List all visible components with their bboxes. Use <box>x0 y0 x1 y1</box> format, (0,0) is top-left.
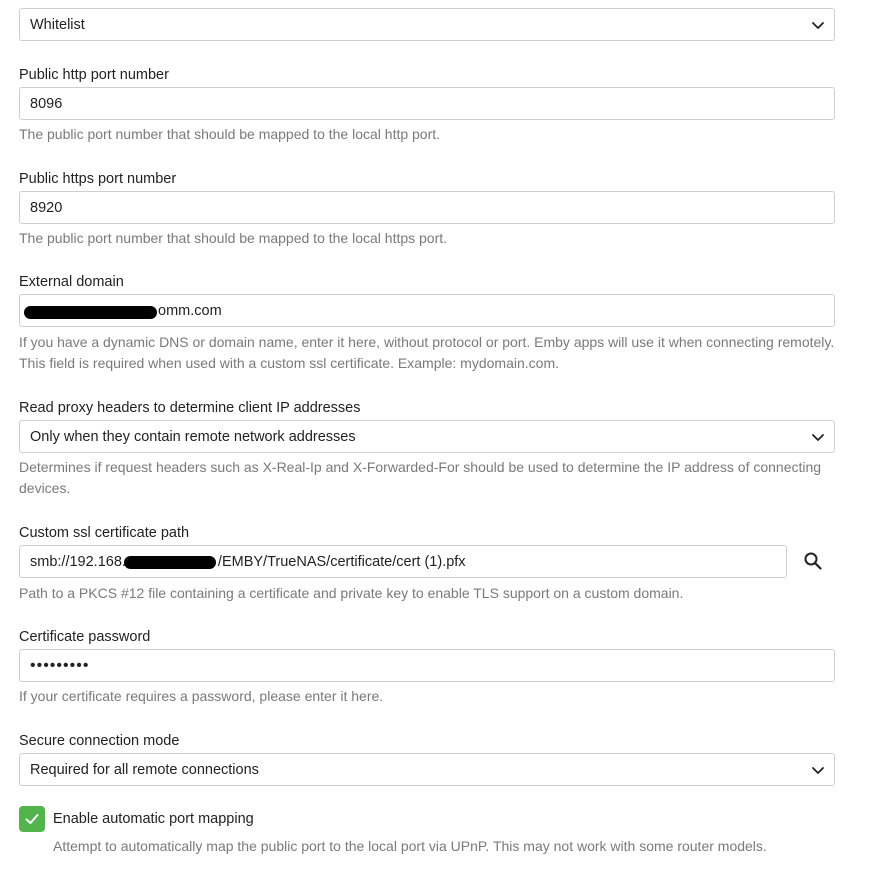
ssl-cert-path-prefix: smb://192.168. <box>30 553 126 570</box>
redaction-mark <box>124 556 216 569</box>
auto-port-mapping-checkbox[interactable] <box>19 806 45 832</box>
cert-password-input[interactable]: ••••••••• <box>19 649 835 682</box>
redaction-mark <box>24 306 157 319</box>
http-port-label: Public http port number <box>19 67 169 83</box>
https-port-value: 8920 <box>30 199 63 216</box>
secure-mode-select[interactable]: Required for all remote connections <box>19 753 835 786</box>
chevron-down-icon <box>812 22 824 29</box>
network-settings-form: Whitelist Public http port number 8096 T… <box>0 0 878 895</box>
ssl-cert-path-help: Path to a PKCS #12 file containing a cer… <box>19 585 684 601</box>
secure-mode-value: Required for all remote connections <box>30 761 259 778</box>
https-port-help: The public port number that should be ma… <box>19 230 448 246</box>
secure-mode-label: Secure connection mode <box>19 733 180 749</box>
remote-access-mode-value: Whitelist <box>30 16 85 33</box>
cert-password-label: Certificate password <box>19 629 151 645</box>
proxy-headers-help: Determines if request headers such as X-… <box>19 459 822 496</box>
search-icon <box>804 552 822 570</box>
cert-password-value: ••••••••• <box>30 656 90 674</box>
chevron-down-icon <box>812 434 824 441</box>
http-port-help: The public port number that should be ma… <box>19 126 441 142</box>
http-port-value: 8096 <box>30 95 63 112</box>
proxy-headers-label: Read proxy headers to determine client I… <box>19 400 361 416</box>
external-domain-value: omm.com <box>158 302 222 319</box>
https-port-label: Public https port number <box>19 171 177 187</box>
cert-password-help: If your certificate requires a password,… <box>19 688 384 704</box>
external-domain-help: If you have a dynamic DNS or domain name… <box>19 334 835 371</box>
https-port-input[interactable]: 8920 <box>19 191 835 224</box>
proxy-headers-select[interactable]: Only when they contain remote network ad… <box>19 420 835 453</box>
proxy-headers-value: Only when they contain remote network ad… <box>30 428 356 445</box>
ssl-cert-path-label: Custom ssl certificate path <box>19 525 190 541</box>
http-port-input[interactable]: 8096 <box>19 87 835 120</box>
browse-button[interactable] <box>800 548 826 574</box>
ssl-cert-path-suffix: /EMBY/TrueNAS/certificate/cert (1).pfx <box>217 553 466 570</box>
checkmark-icon <box>25 814 39 824</box>
remote-access-mode-select[interactable]: Whitelist <box>19 8 835 41</box>
external-domain-label: External domain <box>19 274 124 290</box>
chevron-down-icon <box>812 767 824 774</box>
auto-port-mapping-label[interactable]: Enable automatic port mapping <box>53 810 254 828</box>
auto-port-mapping-help: Attempt to automatically map the public … <box>53 838 767 854</box>
